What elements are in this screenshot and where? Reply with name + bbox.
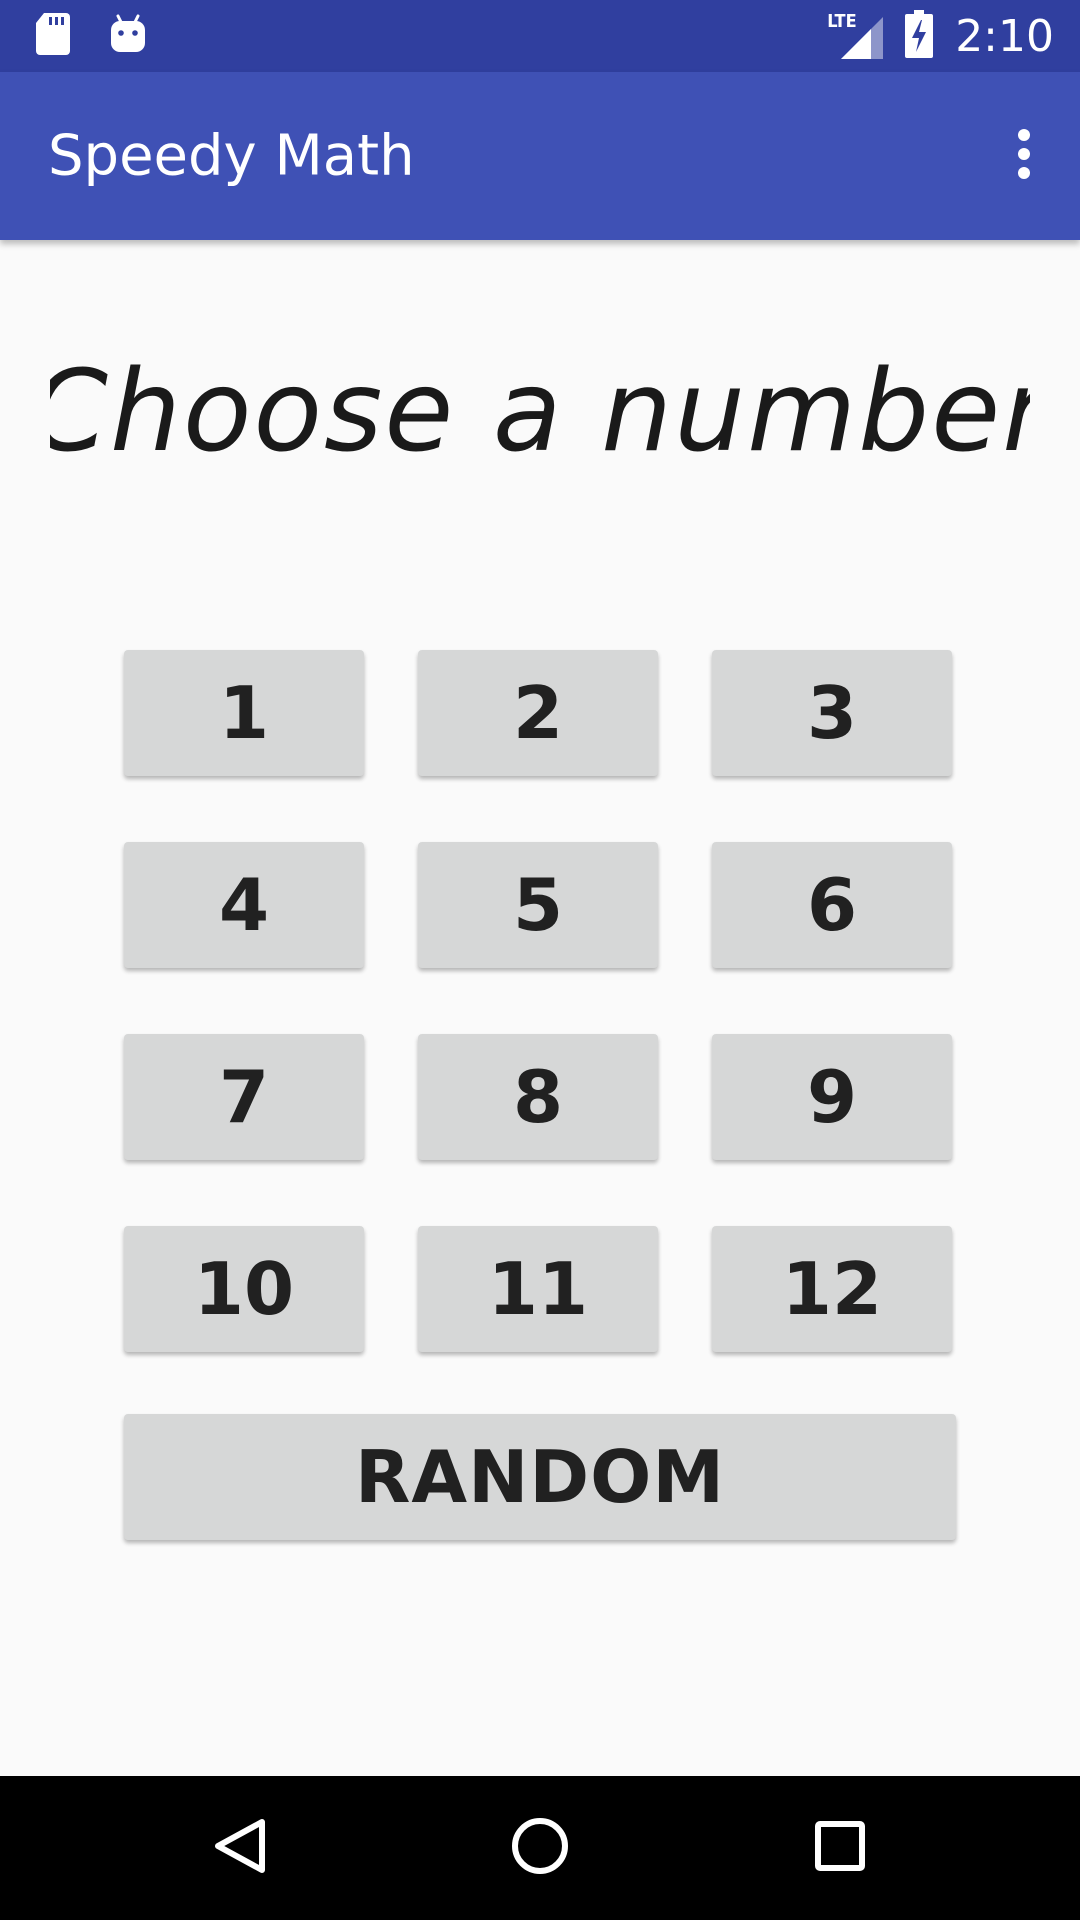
number-button-4[interactable]: 4 <box>124 842 364 968</box>
number-button-10[interactable]: 10 <box>124 1226 364 1352</box>
app-title: Speedy Math <box>48 123 415 189</box>
page-heading: Choose a number <box>50 347 1030 477</box>
number-button-5[interactable]: 5 <box>418 842 658 968</box>
back-icon <box>210 1816 270 1881</box>
number-grid: 1 2 3 4 5 6 7 8 9 10 11 12 <box>124 650 956 1352</box>
sd-card-icon <box>36 12 70 60</box>
page-heading-svg: Choose a number <box>50 347 1030 477</box>
app-bar: Speedy Math <box>0 72 1080 240</box>
random-button[interactable]: RANDOM <box>124 1414 956 1540</box>
number-button-6[interactable]: 6 <box>712 842 952 968</box>
recents-button[interactable] <box>760 1776 920 1920</box>
recents-icon <box>814 1820 866 1877</box>
battery-charging-icon <box>905 9 934 63</box>
number-button-12[interactable]: 12 <box>712 1226 952 1352</box>
navigation-bar <box>0 1776 1080 1920</box>
status-time: 2:10 <box>955 10 1054 62</box>
screen: LTE 2:10 Speedy Math Choose a number 1 2… <box>0 0 1080 1920</box>
home-icon <box>510 1816 570 1881</box>
lte-signal-icon: LTE <box>827 11 884 59</box>
number-button-7[interactable]: 7 <box>124 1034 364 1160</box>
number-button-8[interactable]: 8 <box>418 1034 658 1160</box>
status-bar-system: LTE 2:10 <box>827 9 1054 63</box>
number-button-2[interactable]: 2 <box>418 650 658 776</box>
number-button-3[interactable]: 3 <box>712 650 952 776</box>
status-bar: LTE 2:10 <box>0 0 1080 72</box>
lte-label: LTE <box>827 11 857 32</box>
back-button[interactable] <box>160 1776 320 1920</box>
number-button-1[interactable]: 1 <box>124 650 364 776</box>
more-vert-icon <box>1016 128 1032 185</box>
number-button-11[interactable]: 11 <box>418 1226 658 1352</box>
overflow-menu-button[interactable] <box>992 108 1056 204</box>
home-button[interactable] <box>460 1776 620 1920</box>
number-button-9[interactable]: 9 <box>712 1034 952 1160</box>
android-notification-icon <box>110 14 146 59</box>
status-bar-notifications <box>36 12 146 60</box>
page-heading-container: Choose a number <box>0 340 1080 490</box>
